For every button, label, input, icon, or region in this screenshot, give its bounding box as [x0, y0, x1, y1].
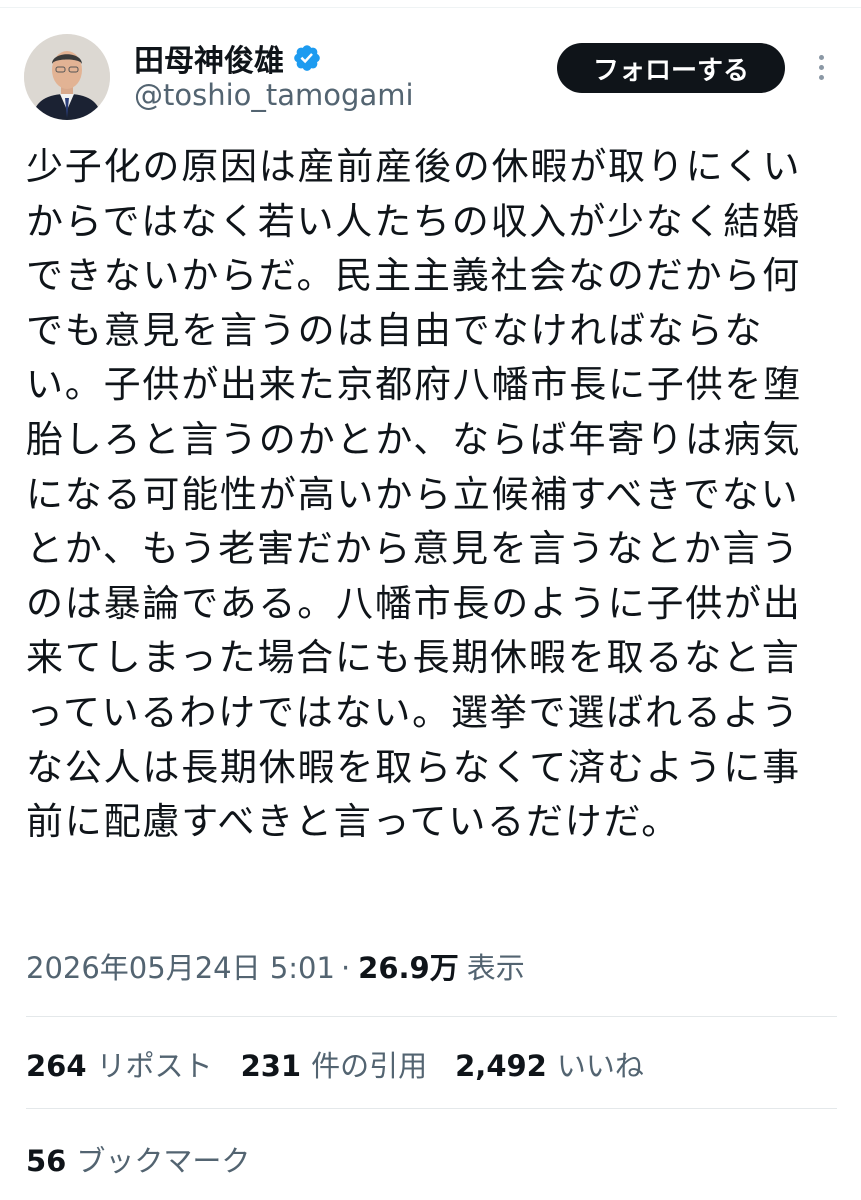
quotes-stat[interactable]: 231 件の引用 — [241, 1043, 428, 1085]
likes-count: 2,492 — [455, 1049, 547, 1083]
likes-stat[interactable]: 2,492 いいね — [455, 1043, 644, 1085]
tweet-text-line: からではなく若い人たちの収入が少なく結婚 — [26, 199, 801, 243]
bookmarks-stat[interactable]: 56 ブックマーク — [26, 1138, 250, 1180]
meta-separator: · — [340, 951, 351, 985]
divider — [26, 1016, 837, 1017]
quotes-label: 件の引用 — [311, 1049, 428, 1083]
views-count[interactable]: 26.9万 — [358, 945, 459, 987]
tweet-text-line: とか、もう老害だから意見を言うなとか言う — [26, 527, 801, 571]
timestamp[interactable]: 2026年05月24日 5:01 — [26, 945, 335, 987]
tweet-text-line: な公人は長期休暇を取らなくて済むように事 — [26, 745, 801, 789]
engagement-stats: 264 リポスト 231 件の引用 2,492 いいね — [26, 1043, 672, 1085]
tweet-text-line: できないからだ。民主主義社会なのだから何 — [26, 254, 801, 298]
author-name[interactable]: 田母神俊雄 — [134, 36, 284, 80]
tweet-text-line: 胎しろと言うのかとか、ならば年寄りは病気 — [26, 417, 802, 461]
tweet-text-line: 来てしまった場合にも長期休暇を取るなと言 — [26, 636, 801, 680]
author-handle[interactable]: @toshio_tamogami — [134, 78, 414, 112]
tweet-text-line: 前に配慮すべきと言っているだけだ。 — [26, 800, 681, 844]
tweet-text-line: になる可能性が高いから立候補すべきでない — [26, 472, 800, 516]
likes-label: いいね — [556, 1049, 644, 1083]
bookmarks-count: 56 — [26, 1144, 67, 1178]
more-options-icon[interactable] — [806, 50, 836, 90]
bookmarks-label: ブックマーク — [76, 1144, 251, 1178]
tweet-text-line: のは暴論である。八幡市長のように子供が出 — [26, 581, 802, 625]
views-label: 表示 — [466, 951, 525, 985]
tweet-text-line: っているわけではない。選挙で選ばれるよう — [26, 690, 801, 734]
verified-badge-icon — [294, 45, 320, 71]
author-name-row: 田母神俊雄 — [134, 36, 322, 80]
reposts-stat[interactable]: 264 リポスト — [26, 1043, 213, 1085]
divider — [26, 1108, 837, 1109]
tweet-meta: 2026年05月24日 5:01 · 26.9万 表示 — [26, 945, 525, 987]
tweet-text-line: い。子供が出来た京都府八幡市長に子供を堕 — [26, 363, 802, 407]
quotes-count: 231 — [240, 1049, 302, 1083]
reposts-count: 264 — [26, 1049, 87, 1083]
top-border — [0, 0, 861, 8]
reposts-label: リポスト — [96, 1049, 213, 1083]
tweet-text: 少子化の原因は産前産後の休暇が取りにくい からではなく若い人たちの収入が少なく結… — [26, 140, 838, 850]
tweet-text-line: でも意見を言うのは自由でなければならな — [26, 308, 764, 352]
avatar[interactable] — [24, 34, 110, 120]
follow-button[interactable]: フォローする — [557, 43, 785, 93]
avatar-image — [24, 34, 110, 120]
tweet-text-line: 少子化の原因は産前産後の休暇が取りにくい — [26, 145, 802, 188]
